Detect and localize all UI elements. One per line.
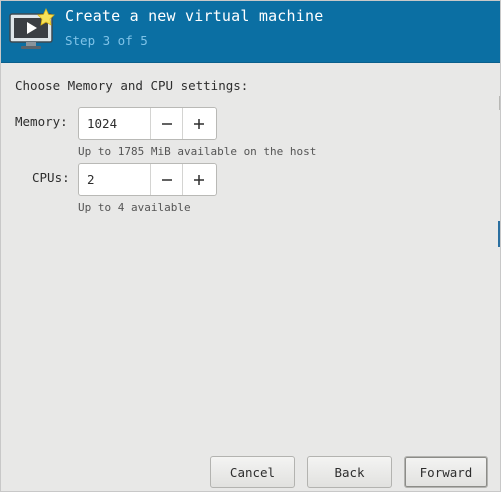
memory-spinbutton: 1024 <box>78 107 217 140</box>
wizard-step-indicator: Step 3 of 5 <box>65 33 148 48</box>
memory-label: Memory: <box>15 114 68 129</box>
virtual-machine-wizard-icon <box>8 8 58 52</box>
section-heading: Choose Memory and CPU settings: <box>15 78 249 93</box>
cpus-label: CPUs: <box>32 170 70 185</box>
minus-icon <box>161 122 172 125</box>
plus-icon <box>194 118 204 129</box>
cancel-button[interactable]: Cancel <box>210 456 295 488</box>
cpus-hint: Up to 4 available <box>78 201 191 214</box>
memory-hint: Up to 1785 MiB available on the host <box>78 145 317 158</box>
forward-button[interactable]: Forward <box>404 456 488 488</box>
memory-input[interactable]: 1024 <box>79 108 151 139</box>
memory-increment-button[interactable] <box>183 108 215 139</box>
new-vm-wizard-window: Create a new virtual machine Step 3 of 5… <box>0 0 501 492</box>
back-button[interactable]: Back <box>307 456 392 488</box>
plus-icon <box>194 174 204 185</box>
cpus-input[interactable]: 2 <box>79 164 151 195</box>
wizard-title: Create a new virtual machine <box>65 7 324 25</box>
cpus-spinbutton: 2 <box>78 163 217 196</box>
minus-icon <box>161 178 172 181</box>
cpus-increment-button[interactable] <box>183 164 215 195</box>
memory-decrement-button[interactable] <box>151 108 183 139</box>
cpus-decrement-button[interactable] <box>151 164 183 195</box>
wizard-header: Create a new virtual machine Step 3 of 5 <box>1 1 500 63</box>
